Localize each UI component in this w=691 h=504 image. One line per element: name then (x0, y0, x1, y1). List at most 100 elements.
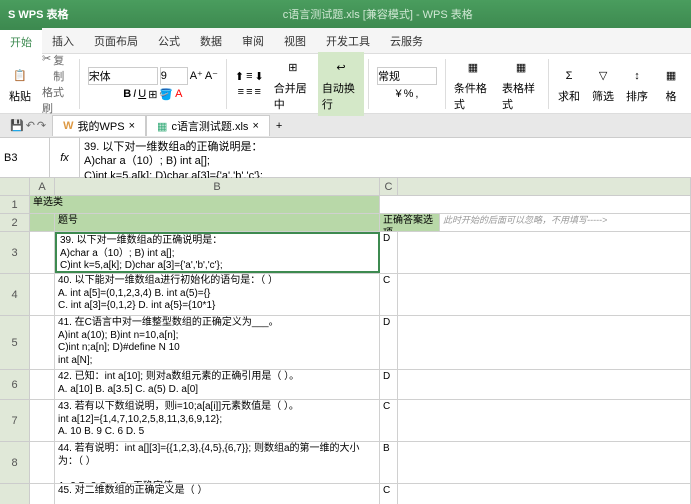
undo-icon[interactable]: ↶ (26, 119, 35, 132)
font-size-input[interactable] (160, 67, 188, 85)
table-style-button[interactable]: ▦表格样式 (498, 52, 544, 116)
align-left-icon[interactable]: ≡ (238, 86, 244, 98)
wrap-button[interactable]: ↩自动换行 (318, 52, 364, 116)
sum-button[interactable]: Σ求和 (553, 60, 585, 108)
cond-format-icon: ▦ (461, 56, 485, 80)
comma-icon[interactable]: , (415, 88, 418, 100)
merge-button[interactable]: ⊞合并居中 (270, 52, 316, 116)
currency-icon[interactable]: ¥ (395, 88, 401, 100)
fx-icon[interactable]: fx (60, 152, 69, 164)
answer-header[interactable]: 正确答案选项 (380, 214, 440, 231)
underline-button[interactable]: U (138, 88, 146, 100)
xls-icon: ▦ (157, 120, 167, 133)
table-row: 41. 在C语言中对一维整型数组的正确定义为___。 A)int a(10); … (30, 316, 691, 370)
add-tab-button[interactable]: + (270, 120, 288, 132)
watermark-text: 此时开始的后面可以忽略，不用填写-----> (440, 214, 691, 231)
row-headers: 12345678910111213 (0, 178, 30, 504)
fill-color-button[interactable]: 🪣 (159, 88, 173, 101)
align-center-icon[interactable]: ≡ (246, 86, 252, 98)
doc-tab-file[interactable]: ▦c语言测试题.xls× (146, 115, 270, 136)
menu-bar: 开始 插入 页面布局 公式 数据 审阅 视图 开发工具 云服务 (0, 28, 691, 54)
grid-area[interactable]: A B C 单选类题号正确答案选项此时开始的后面可以忽略，不用填写-----> 3… (30, 178, 691, 504)
row-header[interactable]: 5 (0, 316, 30, 370)
answer-cell[interactable]: D (380, 316, 398, 369)
answer-cell[interactable]: C (380, 274, 398, 315)
menu-tab-review[interactable]: 审阅 (232, 28, 274, 54)
close-icon[interactable]: × (252, 120, 258, 132)
answer-cell[interactable]: B (380, 442, 398, 483)
col-header-rest[interactable] (398, 178, 691, 196)
filter-button[interactable]: ▽筛选 (587, 60, 619, 108)
close-icon[interactable]: × (129, 120, 135, 132)
align-bot-icon[interactable]: ⬇ (255, 70, 264, 83)
row-header[interactable]: 2 (0, 214, 30, 232)
sum-icon: Σ (557, 64, 581, 88)
answer-cell[interactable]: C (380, 484, 398, 504)
doc-tab-strip: 💾 ↶ ↷ W我的WPS× ▦c语言测试题.xls× + (0, 114, 691, 138)
row-header[interactable]: 7 (0, 400, 30, 442)
cond-format-button[interactable]: ▦条件格式 (450, 52, 496, 116)
format-icon: ▦ (659, 64, 683, 88)
question-cell[interactable]: 39. 以下对一维数组a的正确说明是： A)char a（10）; B) int… (55, 232, 380, 273)
align-right-icon[interactable]: ≡ (255, 86, 261, 98)
paste-button[interactable]: 📋粘贴 (4, 60, 36, 108)
menu-tab-insert[interactable]: 插入 (42, 28, 84, 54)
font-color-button[interactable]: A (175, 88, 182, 100)
question-cell[interactable]: 43. 若有以下数组说明，则i=10;a[a[i]]元素数值是（ ）。 int … (55, 400, 380, 441)
table-style-icon: ▦ (509, 56, 533, 80)
menu-tab-formula[interactable]: 公式 (148, 28, 190, 54)
answer-cell[interactable]: D (380, 232, 398, 273)
copy-button[interactable]: 复制 (53, 52, 71, 84)
paste-icon: 📋 (8, 64, 32, 88)
italic-button[interactable]: I (133, 88, 136, 100)
menu-tab-cloud[interactable]: 云服务 (380, 28, 433, 54)
menu-tab-start[interactable]: 开始 (0, 28, 42, 54)
font-name-input[interactable] (88, 67, 158, 85)
format-button[interactable]: ▦格 (655, 60, 687, 108)
align-mid-icon[interactable]: ≡ (246, 70, 252, 82)
col-header-a[interactable]: A (30, 178, 55, 196)
save-icon[interactable]: 💾 (10, 119, 24, 132)
answer-cell[interactable]: D (380, 370, 398, 399)
menu-tab-view[interactable]: 视图 (274, 28, 316, 54)
font-shrink-icon[interactable]: A⁻ (205, 69, 218, 82)
file-title: c语言测试题.xls [兼容模式] - WPS 表格 (73, 6, 683, 22)
category-header[interactable]: 单选类 (30, 196, 380, 213)
col-title[interactable]: 题号 (55, 214, 380, 231)
table-row: 45. 对二维数组的正确定义是（ ） A. int a[ ] [ ]={1,2,… (30, 484, 691, 504)
row-header[interactable]: 1 (0, 196, 30, 214)
cut-icon[interactable]: ✂ (42, 52, 51, 84)
cell-reference[interactable]: B3 (0, 138, 50, 177)
row-header[interactable]: 4 (0, 274, 30, 316)
question-cell[interactable]: 41. 在C语言中对一维整型数组的正确定义为___。 A)int a(10); … (55, 316, 380, 369)
border-button[interactable]: ⊞ (148, 88, 157, 101)
align-top-icon[interactable]: ⬆ (235, 70, 244, 83)
number-format-select[interactable] (377, 67, 437, 85)
table-row: 44. 若有说明：int a[][3]={{1,2,3},{4,5},{6,7}… (30, 442, 691, 484)
question-cell[interactable]: 42. 已知：int a[10]; 则对a数组元素的正确引用是（ ）。 A. a… (55, 370, 380, 399)
select-all-corner[interactable] (0, 178, 30, 196)
menu-tab-data[interactable]: 数据 (190, 28, 232, 54)
col-header-b[interactable]: B (55, 178, 380, 196)
col-headers: A B C (30, 178, 691, 196)
formula-input[interactable]: 39. 以下对一维数组a的正确说明是： A)char a（10）; B) int… (80, 138, 691, 177)
row-header[interactable]: 8 (0, 442, 30, 484)
row-header[interactable]: 3 (0, 232, 30, 274)
question-cell[interactable]: 45. 对二维数组的正确定义是（ ） A. int a[ ] [ ]={1,2,… (55, 484, 380, 504)
font-grow-icon[interactable]: A⁺ (190, 69, 203, 82)
question-cell[interactable]: 40. 以下能对一维数组a进行初始化的语句是：（ ） A. int a[5]=(… (55, 274, 380, 315)
question-cell[interactable]: 44. 若有说明：int a[][3]={{1,2,3},{4,5},{6,7}… (55, 442, 380, 483)
menu-tab-dev[interactable]: 开发工具 (316, 28, 380, 54)
sort-button[interactable]: ↕排序 (621, 60, 653, 108)
sort-icon: ↕ (625, 64, 649, 88)
redo-icon[interactable]: ↷ (37, 119, 46, 132)
doc-tab-wps[interactable]: W我的WPS× (52, 115, 146, 136)
answer-cell[interactable]: C (380, 400, 398, 441)
format-painter-button[interactable]: 格式刷 (42, 84, 71, 116)
col-header-c[interactable]: C (380, 178, 398, 196)
row-header[interactable]: 9 (0, 484, 30, 504)
menu-tab-layout[interactable]: 页面布局 (84, 28, 148, 54)
row-header[interactable]: 6 (0, 370, 30, 400)
bold-button[interactable]: B (123, 88, 131, 100)
percent-icon[interactable]: % (404, 88, 414, 100)
